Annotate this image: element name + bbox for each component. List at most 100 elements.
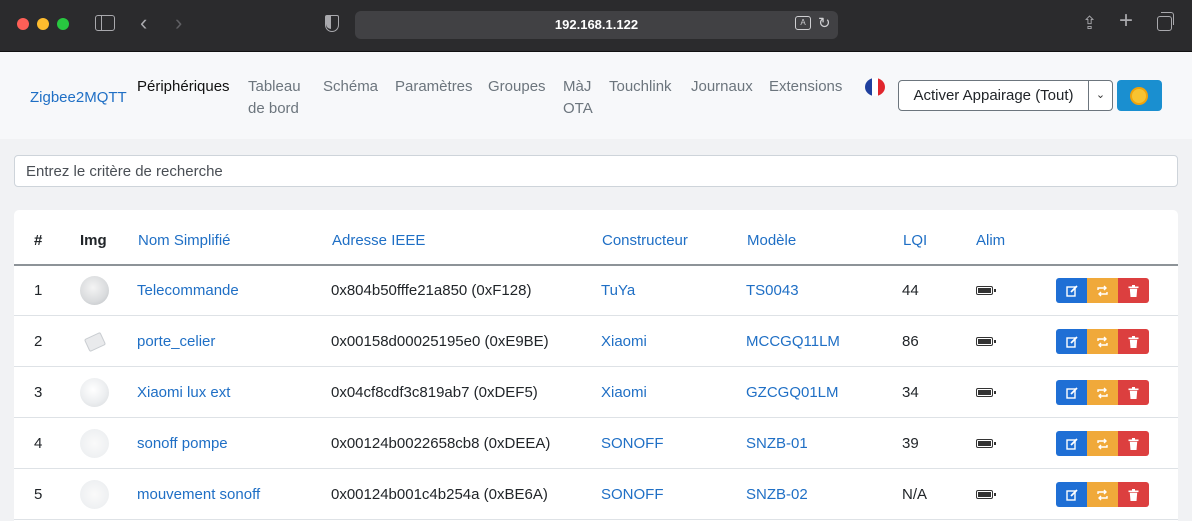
- header-power[interactable]: Alim: [976, 232, 1005, 250]
- device-name-link[interactable]: mouvement sonoff: [137, 486, 260, 504]
- ieee-address: 0x00158d00025195e0 (0xE9BE): [331, 333, 549, 350]
- browser-toolbar: ‹ › 192.168.1.122 A ↻ ⇪ +: [0, 0, 1192, 52]
- remove-button[interactable]: [1118, 278, 1149, 303]
- nav-item-label: Tableau: [248, 78, 301, 95]
- edit-button[interactable]: [1056, 380, 1087, 405]
- sun-icon: [1132, 89, 1146, 103]
- chevron-down-icon[interactable]: ⌄: [1089, 81, 1112, 110]
- device-image[interactable]: [80, 378, 109, 407]
- remove-button[interactable]: [1118, 329, 1149, 354]
- nav-item-6[interactable]: Touchlink: [609, 76, 672, 98]
- trash-icon: [1128, 284, 1139, 297]
- rename-button[interactable]: [1087, 329, 1118, 354]
- model-link[interactable]: MCCGQ11LM: [746, 333, 840, 351]
- header-name[interactable]: Nom Simplifié: [138, 232, 231, 250]
- rename-button[interactable]: [1087, 278, 1118, 303]
- ieee-address: 0x804b50fffe21a850 (0xF128): [331, 282, 532, 299]
- translate-icon[interactable]: A: [795, 16, 811, 30]
- row-actions: [1056, 380, 1149, 405]
- nav-item-4[interactable]: Groupes: [488, 76, 546, 98]
- brand-link[interactable]: Zigbee2MQTT: [30, 89, 127, 106]
- table-row: 1 Telecommande 0x804b50fffe21a850 (0xF128)…: [14, 265, 1178, 316]
- share-icon[interactable]: ⇪: [1082, 13, 1097, 33]
- back-icon[interactable]: ‹: [140, 12, 147, 34]
- search-input[interactable]: [14, 155, 1178, 187]
- vendor-link[interactable]: TuYa: [601, 282, 635, 300]
- rename-button[interactable]: [1087, 380, 1118, 405]
- rename-icon: [1097, 489, 1108, 501]
- lqi-value: 86: [902, 333, 919, 350]
- row-actions: [1056, 329, 1149, 354]
- row-number: 5: [34, 486, 43, 503]
- device-image[interactable]: [80, 429, 109, 458]
- vendor-link[interactable]: SONOFF: [601, 435, 664, 453]
- edit-button[interactable]: [1056, 431, 1087, 456]
- device-image[interactable]: [80, 276, 109, 305]
- nav-item-2[interactable]: Schéma: [323, 76, 378, 98]
- app-navbar: Zigbee2MQTT Périphériques Tableau de bord S…: [0, 52, 1192, 139]
- remove-button[interactable]: [1118, 482, 1149, 507]
- vendor-link[interactable]: SONOFF: [601, 486, 664, 504]
- lqi-value: 34: [902, 384, 919, 401]
- row-number: 1: [34, 282, 43, 299]
- row-number: 2: [34, 333, 43, 350]
- nav-item-8[interactable]: Extensions: [769, 76, 842, 98]
- close-window-button[interactable]: [17, 18, 29, 30]
- header-ieee[interactable]: Adresse IEEE: [332, 232, 425, 250]
- table-row: 5 mouvement sonoff 0x00124b001c4b254a (0xB…: [14, 469, 1178, 520]
- rename-icon: [1097, 336, 1108, 348]
- rename-button[interactable]: [1087, 431, 1118, 456]
- edit-icon: [1065, 387, 1078, 399]
- reload-icon[interactable]: ↻: [818, 14, 831, 34]
- model-link[interactable]: SNZB-02: [746, 486, 808, 504]
- model-link[interactable]: TS0043: [746, 282, 799, 300]
- shield-icon[interactable]: [325, 15, 339, 32]
- edit-button[interactable]: [1056, 329, 1087, 354]
- rename-button[interactable]: [1087, 482, 1118, 507]
- nav-item-0[interactable]: Périphériques: [137, 76, 230, 98]
- header-img: Img: [80, 232, 107, 249]
- nav-item-7[interactable]: Journaux: [691, 76, 753, 98]
- vendor-link[interactable]: Xiaomi: [601, 384, 647, 402]
- theme-toggle-button[interactable]: [1117, 80, 1162, 111]
- nav-item-1[interactable]: Tableau de bord: [248, 76, 301, 120]
- device-name-link[interactable]: porte_celier: [137, 333, 215, 351]
- model-link[interactable]: GZCGQ01LM: [746, 384, 839, 402]
- device-image[interactable]: [80, 327, 109, 356]
- zoom-window-button[interactable]: [57, 18, 69, 30]
- header-vendor[interactable]: Constructeur: [602, 232, 688, 250]
- remove-button[interactable]: [1118, 380, 1149, 405]
- nav-item-label: Groupes: [488, 78, 546, 95]
- trash-icon: [1128, 488, 1139, 501]
- nav-item-label: MàJ: [563, 78, 592, 95]
- edit-button[interactable]: [1056, 278, 1087, 303]
- header-model[interactable]: Modèle: [747, 232, 796, 250]
- forward-icon[interactable]: ›: [175, 12, 182, 34]
- nav-item-label: Journaux: [691, 78, 753, 95]
- device-image[interactable]: [80, 480, 109, 509]
- permit-join-button[interactable]: Activer Appairage (Tout) ⌄: [898, 80, 1113, 111]
- edit-button[interactable]: [1056, 482, 1087, 507]
- header-lqi[interactable]: LQI: [903, 232, 927, 250]
- minimize-window-button[interactable]: [37, 18, 49, 30]
- france-flag-icon[interactable]: [865, 78, 885, 96]
- tabs-overview-icon[interactable]: [1157, 12, 1174, 31]
- row-actions: [1056, 482, 1149, 507]
- new-tab-icon[interactable]: +: [1119, 9, 1133, 33]
- ieee-address: 0x04cf8cdf3c819ab7 (0xDEF5): [331, 384, 538, 401]
- remove-button[interactable]: [1118, 431, 1149, 456]
- nav-item-label-line2: OTA: [563, 100, 593, 117]
- ieee-address: 0x00124b001c4b254a (0xBE6A): [331, 486, 548, 503]
- sidebar-icon[interactable]: [95, 15, 115, 31]
- address-bar[interactable]: 192.168.1.122: [355, 11, 838, 39]
- url-text: 192.168.1.122: [554, 17, 639, 32]
- permit-join-label[interactable]: Activer Appairage (Tout): [899, 81, 1089, 110]
- device-name-link[interactable]: Telecommande: [137, 282, 239, 300]
- nav-item-3[interactable]: Paramètres: [395, 76, 473, 98]
- nav-item-5[interactable]: MàJ OTA: [563, 76, 593, 120]
- model-link[interactable]: SNZB-01: [746, 435, 808, 453]
- device-name-link[interactable]: sonoff pompe: [137, 435, 228, 453]
- battery-icon: [976, 439, 996, 448]
- vendor-link[interactable]: Xiaomi: [601, 333, 647, 351]
- device-name-link[interactable]: Xiaomi lux ext: [137, 384, 230, 402]
